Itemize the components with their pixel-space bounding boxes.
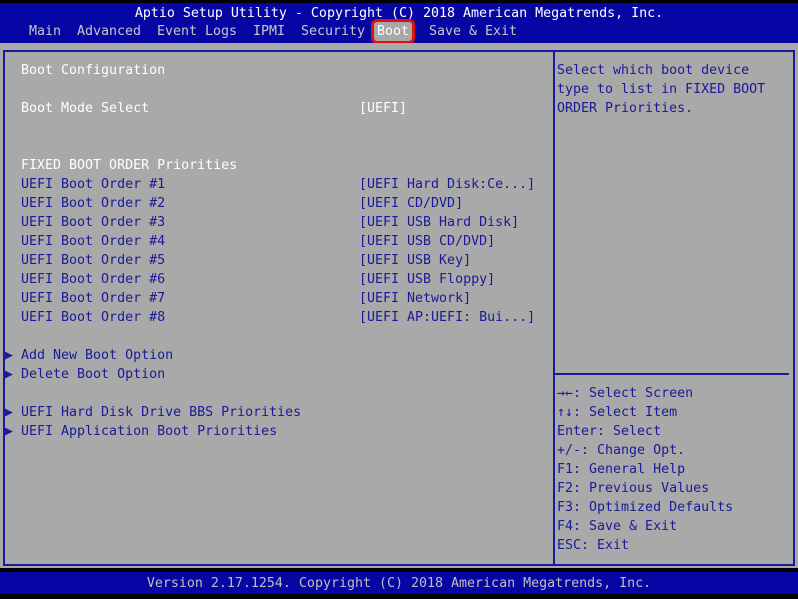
key-hint: →←: Select Screen	[557, 386, 694, 401]
help-text-line: Select which boot device	[557, 63, 750, 78]
key-hint: ↑↓: Select Item	[557, 405, 678, 420]
delete-boot-option[interactable]: Delete Boot Option	[21, 365, 165, 384]
boot-order-label[interactable]: UEFI Boot Order #4	[21, 232, 165, 251]
boot-order-value[interactable]: [UEFI USB Hard Disk]	[359, 213, 519, 232]
boot-order-value[interactable]: [UEFI USB Key]	[359, 251, 471, 270]
add-boot-option[interactable]: Add New Boot Option	[21, 346, 173, 365]
boot-order-label[interactable]: UEFI Boot Order #6	[21, 270, 165, 289]
key-hint: +/-: Change Opt.	[557, 443, 686, 458]
key-hint: ESC: Exit	[557, 538, 630, 553]
key-hint: F3: Optimized Defaults	[557, 500, 734, 515]
tab-boot[interactable]: Boot	[371, 19, 416, 44]
tab-event-logs[interactable]: Event Logs	[157, 22, 237, 41]
key-hint: F2: Previous Values	[557, 481, 710, 496]
section-title: Boot Configuration	[21, 63, 166, 78]
boot-order-label[interactable]: UEFI Boot Order #3	[21, 213, 165, 232]
help-text-line: ORDER Priorities.	[557, 101, 694, 116]
submenu-arrow-icon: ▶	[5, 424, 14, 439]
boot-order-label[interactable]: UEFI Boot Order #2	[21, 194, 165, 213]
help-text-line: type to list in FIXED BOOT	[557, 82, 766, 97]
tab-security[interactable]: Security	[301, 22, 365, 41]
boot-mode-label[interactable]: Boot Mode Select	[21, 99, 149, 118]
boot-order-label[interactable]: UEFI Boot Order #5	[21, 251, 165, 270]
submenu-arrow-icon: ▶	[5, 405, 14, 420]
tab-save-exit[interactable]: Save & Exit	[429, 22, 517, 41]
boot-order-value[interactable]: [UEFI USB CD/DVD]	[359, 232, 495, 251]
boot-order-label[interactable]: UEFI Boot Order #7	[21, 289, 165, 308]
boot-order-value[interactable]: [UEFI Hard Disk:Ce...]	[359, 175, 535, 194]
boot-mode-value[interactable]: [UEFI]	[359, 99, 407, 118]
boot-order-value[interactable]: [UEFI USB Floppy]	[359, 270, 495, 289]
tab-advanced[interactable]: Advanced	[77, 22, 141, 41]
version-text: Version 2.17.1254. Copyright (C) 2018 Am…	[146, 576, 652, 591]
fixed-boot-order-title: FIXED BOOT ORDER Priorities	[21, 158, 238, 173]
key-hint: F1: General Help	[557, 462, 686, 477]
boot-order-label[interactable]: UEFI Boot Order #1	[21, 175, 165, 194]
boot-order-value[interactable]: [UEFI AP:UEFI: Bui...]	[359, 308, 535, 327]
key-hint: Enter: Select	[557, 424, 662, 439]
tab-ipmi[interactable]: IPMI	[253, 22, 285, 41]
boot-order-value[interactable]: [UEFI Network]	[359, 289, 471, 308]
help-divider	[555, 373, 789, 375]
boot-order-value[interactable]: [UEFI CD/DVD]	[359, 194, 463, 213]
boot-order-label[interactable]: UEFI Boot Order #8	[21, 308, 165, 327]
submenu-arrow-icon: ▶	[5, 367, 14, 382]
hdd-bbs-priorities[interactable]: UEFI Hard Disk Drive BBS Priorities	[21, 403, 301, 422]
submenu-arrow-icon: ▶	[5, 348, 14, 363]
app-boot-priorities[interactable]: UEFI Application Boot Priorities	[21, 422, 277, 441]
key-hint: F4: Save & Exit	[557, 519, 678, 534]
tab-main[interactable]: Main	[29, 22, 61, 41]
